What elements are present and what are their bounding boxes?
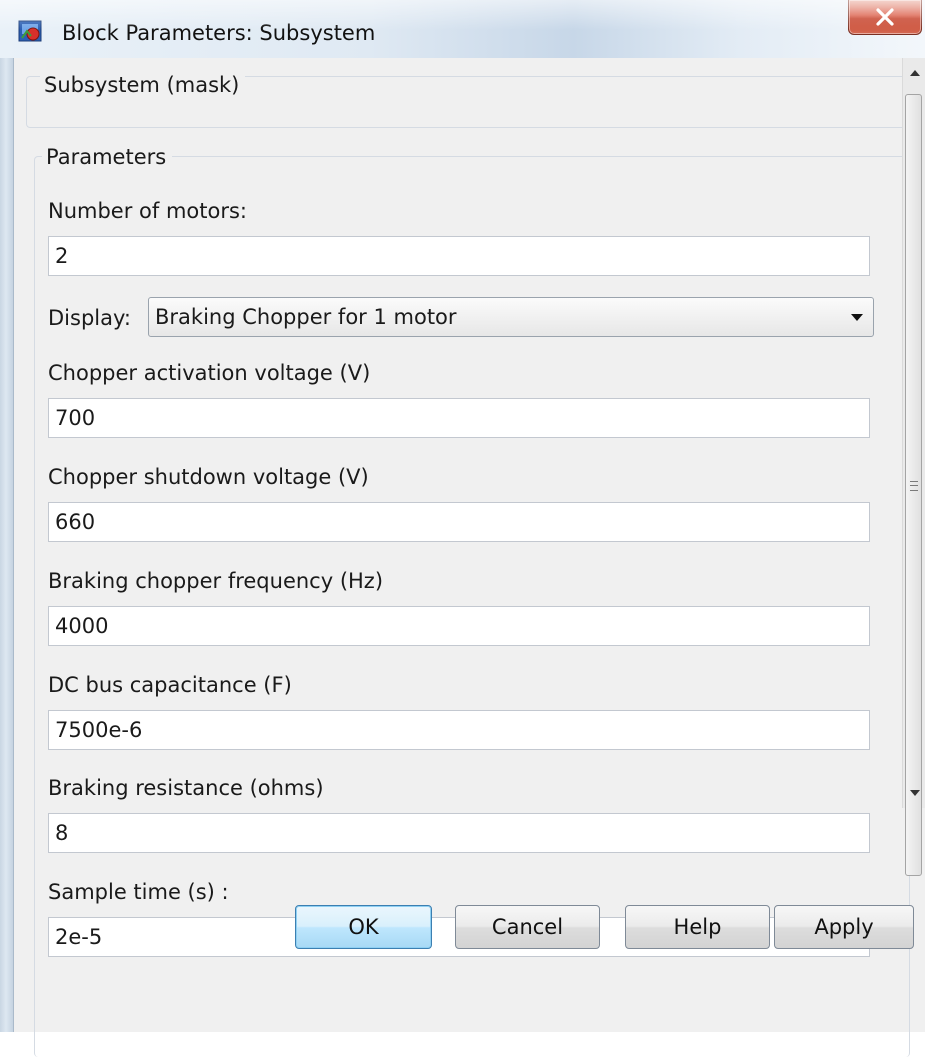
chopper-shutdown-voltage-label: Chopper shutdown voltage (V): [48, 465, 369, 489]
scroll-thumb[interactable]: [905, 94, 922, 876]
display-selected-value: Braking Chopper for 1 motor: [155, 305, 457, 329]
dc-bus-capacitance-label: DC bus capacitance (F): [48, 673, 292, 697]
cancel-button[interactable]: Cancel: [455, 905, 600, 949]
display-dropdown[interactable]: Braking Chopper for 1 motor: [148, 297, 874, 337]
braking-chopper-frequency-field[interactable]: 4000: [48, 606, 870, 646]
chopper-activation-voltage-label: Chopper activation voltage (V): [48, 361, 371, 385]
vertical-scrollbar[interactable]: [902, 58, 925, 876]
parameters-group-legend: Parameters: [42, 144, 173, 170]
scroll-up-arrow-icon[interactable]: [903, 58, 925, 88]
grip-icon: [910, 481, 918, 491]
simulink-block-icon[interactable]: [18, 18, 44, 44]
chopper-activation-voltage-field[interactable]: 700: [48, 398, 870, 438]
display-label: Display:: [48, 306, 131, 330]
dialog-client-area: Subsystem (mask) Parameters Number of mo…: [14, 58, 925, 1057]
dc-bus-capacitance-field[interactable]: 7500e-6: [48, 710, 870, 750]
close-button[interactable]: [848, 0, 922, 35]
number-of-motors-label: Number of motors:: [48, 199, 247, 223]
scroll-down-arrow-icon[interactable]: [903, 778, 925, 808]
sample-time-label: Sample time (s) :: [48, 880, 229, 904]
help-button[interactable]: Help: [625, 905, 770, 949]
braking-resistance-field[interactable]: 8: [48, 813, 870, 853]
chopper-shutdown-voltage-field[interactable]: 660: [48, 502, 870, 542]
mask-group-legend: Subsystem (mask): [40, 72, 246, 98]
braking-resistance-label: Braking resistance (ohms): [48, 776, 324, 800]
window-frame-left: [0, 0, 14, 1032]
apply-button[interactable]: Apply: [774, 905, 914, 949]
close-x-icon: [875, 8, 895, 26]
braking-chopper-frequency-label: Braking chopper frequency (Hz): [48, 569, 384, 593]
window-title: Block Parameters: Subsystem: [62, 21, 376, 45]
ok-button[interactable]: OK: [295, 905, 432, 949]
title-bar[interactable]: Block Parameters: Subsystem: [0, 0, 925, 58]
chevron-down-icon: [851, 314, 863, 321]
number-of-motors-field[interactable]: 2: [48, 236, 870, 276]
